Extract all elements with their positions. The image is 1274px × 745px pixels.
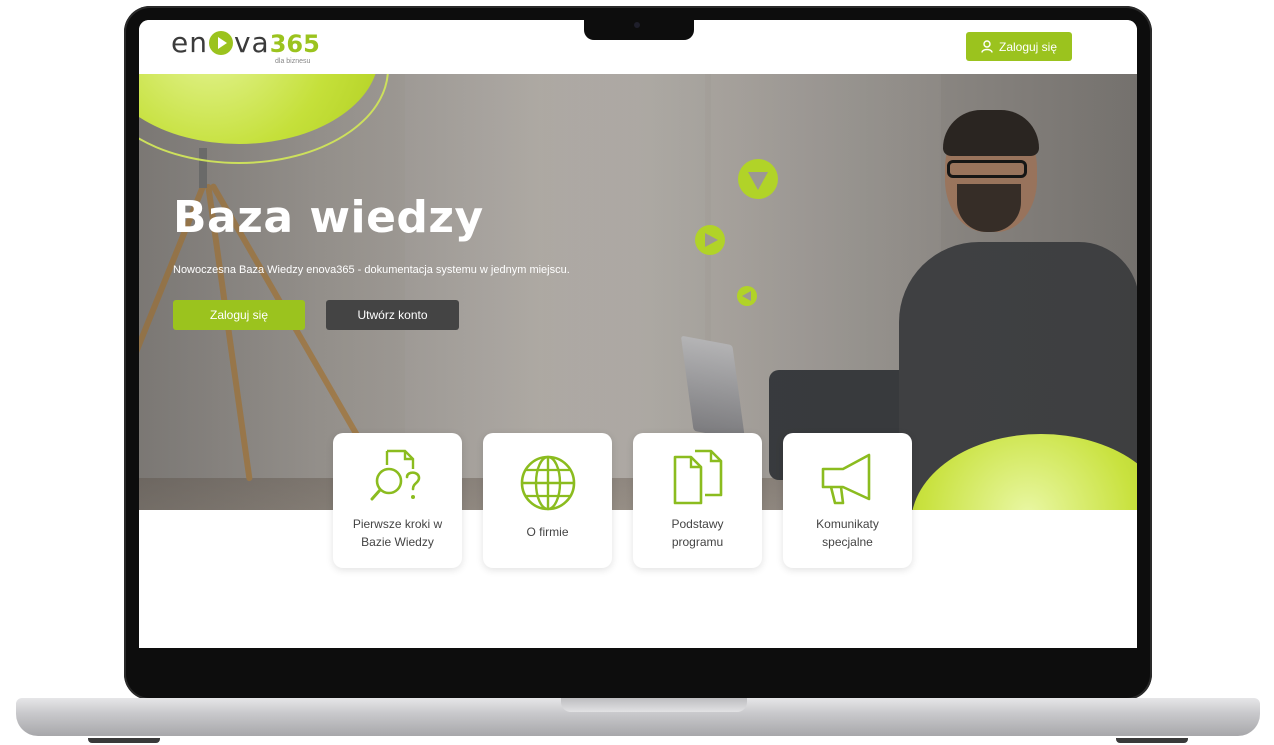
card-label: Komunikaty specjalne (816, 517, 879, 549)
play-icon-medium (695, 225, 725, 255)
screen: en va365 dla biznesu Zaloguj się Baza wi… (139, 20, 1137, 648)
card-special-announcements[interactable]: Komunikaty specjalne (783, 433, 912, 568)
base-notch (561, 698, 747, 712)
header-login-button[interactable]: Zaloguj się (966, 32, 1072, 61)
megaphone-icon (821, 453, 870, 505)
play-icon-large (738, 159, 778, 199)
logo-number: 365 (269, 30, 320, 58)
hero-login-button[interactable]: Zaloguj się (173, 300, 305, 330)
logo-play-icon (208, 31, 233, 55)
card-program-basics[interactable]: Podstawy programu (633, 433, 762, 568)
card-label: Pierwsze kroki w Bazie Wiedzy (352, 517, 443, 549)
search-document-icon (370, 449, 420, 501)
card-first-steps[interactable]: Pierwsze kroki w Bazie Wiedzy (333, 433, 462, 568)
laptop-base (16, 698, 1260, 736)
camera-icon (634, 22, 640, 28)
card-about-company[interactable]: O firmie (483, 433, 612, 568)
logo-text: en (171, 26, 208, 59)
card-label: Podstawy programu (671, 517, 724, 549)
hero-subtitle: Nowoczesna Baza Wiedzy enova365 - dokume… (173, 264, 570, 276)
category-cards: Pierwsze kroki w Bazie Wiedzy O firmie P… (333, 433, 913, 570)
laptop-foot (1116, 738, 1188, 743)
play-icon-small (737, 286, 757, 306)
header-login-label: Zaloguj się (998, 39, 1058, 54)
documents-icon (673, 449, 722, 505)
globe-icon (520, 455, 575, 511)
create-account-button[interactable]: Utwórz konto (326, 300, 459, 330)
enova-logo[interactable]: en va365 dla biznesu (171, 26, 320, 66)
camera-notch (584, 14, 694, 40)
user-icon (981, 40, 993, 53)
logo-tagline: dla biznesu (275, 58, 311, 65)
laptop-foot (88, 738, 160, 743)
page-title: Baza wiedzy (173, 192, 484, 243)
logo-text-end: va (233, 26, 270, 59)
card-label: O firmie (526, 525, 569, 539)
